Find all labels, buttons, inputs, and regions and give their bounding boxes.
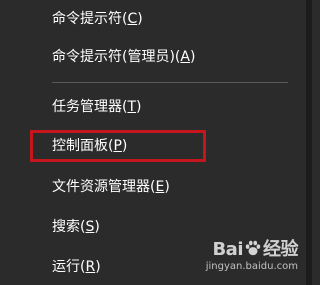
menu-item-task-manager[interactable]: 任务管理器(T) <box>0 88 300 126</box>
menu-edge <box>306 0 312 285</box>
menu-item-label: 运行( <box>52 259 86 275</box>
menu-item-label: 任务管理器( <box>52 99 128 115</box>
menu-item-label-end: ) <box>164 179 170 195</box>
menu-item-label-end: ) <box>137 11 143 27</box>
menu-item-command-prompt-admin[interactable]: 命令提示符(管理员)(A) <box>0 38 300 76</box>
menu-item-label: 命令提示符(管理员)( <box>52 49 181 65</box>
menu-item-access-key: C <box>127 11 138 27</box>
menu-item-label: 命令提示符( <box>52 11 128 27</box>
menu-item-label-end: ) <box>94 219 100 235</box>
menu-item-command-prompt[interactable]: 命令提示符(C) <box>0 0 300 38</box>
watermark-logo: Bai 经验 <box>212 235 298 261</box>
watermark-logo-left: Bai <box>212 239 243 260</box>
menu-item-access-key: R <box>85 259 96 275</box>
menu-item-access-key: T <box>127 99 137 115</box>
context-menu: 命令提示符(C) 命令提示符(管理员)(A) 任务管理器(T) 控制面板(P) … <box>0 0 312 285</box>
highlight-box <box>30 130 206 162</box>
menu-separator <box>52 82 288 83</box>
menu-item-access-key: E <box>155 179 165 195</box>
menu-item-label-end: ) <box>189 49 196 65</box>
paw-icon <box>245 240 261 256</box>
watermark-logo-right: 经验 <box>263 239 299 260</box>
menu-item-label: 搜索( <box>52 219 86 235</box>
menu-item-access-key: A <box>180 49 190 65</box>
menu-item-file-explorer[interactable]: 文件资源管理器(E) <box>0 168 300 206</box>
baidu-jingyan-watermark: Bai 经验 jingyan.baidu.com <box>198 235 299 279</box>
menu-item-label-end: ) <box>95 259 101 275</box>
menu-item-label-end: ) <box>136 99 142 115</box>
watermark-url: jingyan.baidu.com <box>205 261 298 272</box>
menu-item-label: 文件资源管理器( <box>52 179 156 195</box>
